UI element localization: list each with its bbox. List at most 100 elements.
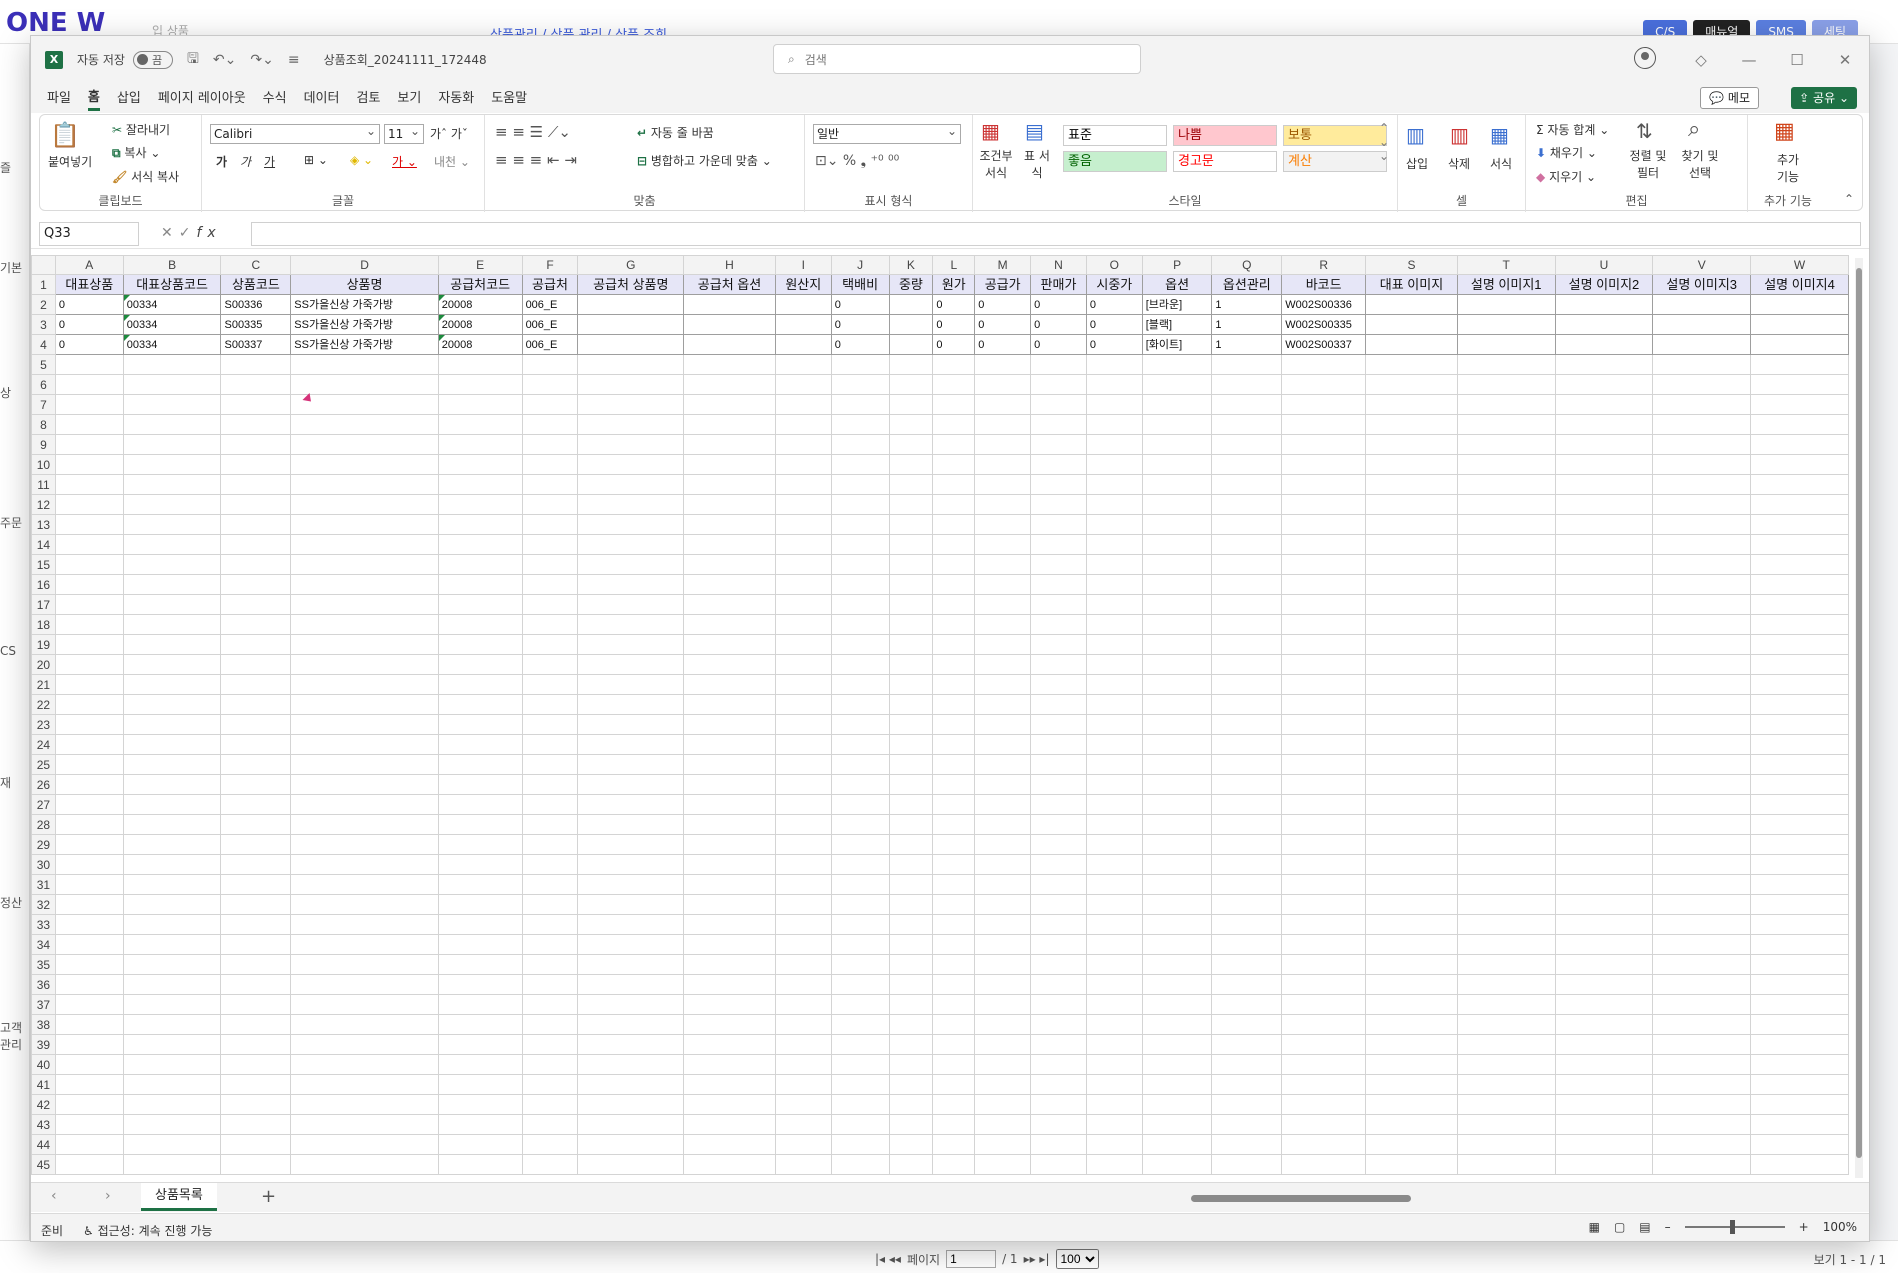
empty-cell[interactable] — [1652, 1114, 1752, 1135]
empty-cell[interactable] — [1281, 1174, 1367, 1175]
empty-cell[interactable] — [830, 1034, 890, 1055]
empty-cell[interactable] — [220, 654, 292, 675]
empty-cell[interactable] — [830, 814, 890, 835]
empty-cell[interactable] — [1652, 354, 1752, 375]
empty-cell[interactable] — [1750, 974, 1849, 995]
empty-cell[interactable] — [290, 634, 439, 655]
empty-cell[interactable] — [888, 694, 934, 715]
empty-cell[interactable] — [888, 994, 934, 1015]
redo-icon[interactable]: ↷⌄ — [250, 52, 273, 68]
empty-cell[interactable] — [1211, 594, 1283, 615]
empty-cell[interactable] — [1750, 414, 1849, 435]
empty-cell[interactable] — [1365, 474, 1458, 495]
empty-cell[interactable] — [290, 374, 439, 395]
empty-cell[interactable] — [122, 1134, 222, 1155]
empty-cell[interactable] — [1652, 1034, 1752, 1055]
empty-cell[interactable] — [888, 1034, 934, 1055]
empty-cell[interactable] — [774, 954, 832, 975]
empty-cell[interactable] — [577, 514, 685, 535]
empty-cell[interactable] — [1030, 694, 1087, 715]
empty-cell[interactable] — [122, 1014, 222, 1035]
empty-cell[interactable] — [1030, 994, 1087, 1015]
empty-cell[interactable] — [1652, 594, 1752, 615]
empty-cell[interactable] — [577, 914, 685, 935]
cut-button[interactable]: ✂ 잘라내기 — [112, 121, 170, 138]
empty-cell[interactable] — [1456, 714, 1556, 735]
menu-tab[interactable]: 자동화 — [438, 87, 474, 109]
empty-cell[interactable] — [1281, 514, 1367, 535]
empty-cell[interactable] — [1211, 354, 1283, 375]
empty-cell[interactable] — [1365, 1174, 1458, 1175]
empty-cell[interactable] — [1554, 1054, 1654, 1075]
empty-cell[interactable] — [830, 894, 890, 915]
empty-cell[interactable] — [1085, 1034, 1143, 1055]
zoom-in-icon[interactable]: + — [1799, 1220, 1809, 1234]
excel-search-input[interactable]: ⌕ 검색 — [773, 44, 1141, 74]
empty-cell[interactable] — [830, 554, 890, 575]
empty-cell[interactable] — [220, 1094, 292, 1115]
data-cell[interactable]: W002S00337 — [1281, 334, 1367, 355]
sidebar-item[interactable]: 주문 — [0, 514, 30, 531]
find-icon[interactable]: ⌕ — [1688, 117, 1700, 142]
document-name[interactable]: 상품조회_20241111_172448 — [324, 51, 487, 68]
empty-cell[interactable] — [1365, 894, 1458, 915]
empty-cell[interactable] — [122, 914, 222, 935]
empty-cell[interactable] — [888, 1014, 934, 1035]
empty-cell[interactable] — [1030, 1114, 1087, 1135]
empty-cell[interactable] — [1365, 914, 1458, 935]
empty-cell[interactable] — [1365, 814, 1458, 835]
name-box[interactable]: Q33 — [39, 222, 139, 246]
empty-cell[interactable] — [437, 494, 523, 515]
empty-cell[interactable] — [1456, 994, 1556, 1015]
row-header[interactable]: 14 — [31, 534, 56, 555]
empty-cell[interactable] — [122, 634, 222, 655]
empty-cell[interactable] — [54, 354, 124, 375]
empty-cell[interactable] — [932, 1054, 976, 1075]
empty-cell[interactable] — [577, 574, 685, 595]
empty-cell[interactable] — [1456, 574, 1556, 595]
empty-cell[interactable] — [290, 854, 439, 875]
empty-cell[interactable] — [1750, 834, 1849, 855]
empty-cell[interactable] — [1652, 474, 1752, 495]
empty-cell[interactable] — [1456, 734, 1556, 755]
data-cell[interactable]: 0 — [974, 314, 1032, 335]
header-cell[interactable]: 공급처 옵션 — [683, 274, 776, 295]
empty-cell[interactable] — [521, 614, 579, 635]
empty-cell[interactable] — [974, 754, 1032, 775]
empty-cell[interactable] — [974, 554, 1032, 575]
data-cell[interactable]: SS가을신상 가죽가방 — [290, 294, 439, 315]
conditional-format-icon[interactable]: ▦ — [981, 119, 1000, 143]
empty-cell[interactable] — [1365, 554, 1458, 575]
empty-cell[interactable] — [1211, 1094, 1283, 1115]
empty-cell[interactable] — [437, 734, 523, 755]
paste-button[interactable]: 붙여넣기 — [48, 153, 92, 170]
empty-cell[interactable] — [1652, 954, 1752, 975]
page-break-view-icon[interactable]: ▤ — [1639, 1220, 1650, 1234]
row-header[interactable]: 23 — [31, 714, 56, 735]
empty-cell[interactable] — [1030, 1054, 1087, 1075]
empty-cell[interactable] — [577, 1134, 685, 1155]
empty-cell[interactable] — [1554, 814, 1654, 835]
empty-cell[interactable] — [1085, 514, 1143, 535]
empty-cell[interactable] — [888, 534, 934, 555]
empty-cell[interactable] — [577, 594, 685, 615]
empty-cell[interactable] — [1281, 594, 1367, 615]
empty-cell[interactable] — [220, 754, 292, 775]
addins-button[interactable]: 추가 기능 — [1770, 151, 1806, 185]
empty-cell[interactable] — [1211, 854, 1283, 875]
empty-cell[interactable] — [1030, 1014, 1087, 1035]
empty-cell[interactable] — [1141, 934, 1213, 955]
empty-cell[interactable] — [888, 774, 934, 795]
empty-cell[interactable] — [577, 494, 685, 515]
empty-cell[interactable] — [54, 1074, 124, 1095]
empty-cell[interactable] — [220, 894, 292, 915]
empty-cell[interactable] — [1652, 534, 1752, 555]
empty-cell[interactable] — [1554, 1114, 1654, 1135]
insert-cells-button[interactable]: 삽입 — [1406, 155, 1428, 172]
empty-cell[interactable] — [437, 1054, 523, 1075]
cell-style[interactable]: 표준 — [1063, 125, 1167, 146]
empty-cell[interactable] — [437, 454, 523, 475]
empty-cell[interactable] — [1085, 794, 1143, 815]
account-icon[interactable] — [1629, 46, 1677, 73]
underline-button[interactable]: 가 — [264, 153, 275, 170]
